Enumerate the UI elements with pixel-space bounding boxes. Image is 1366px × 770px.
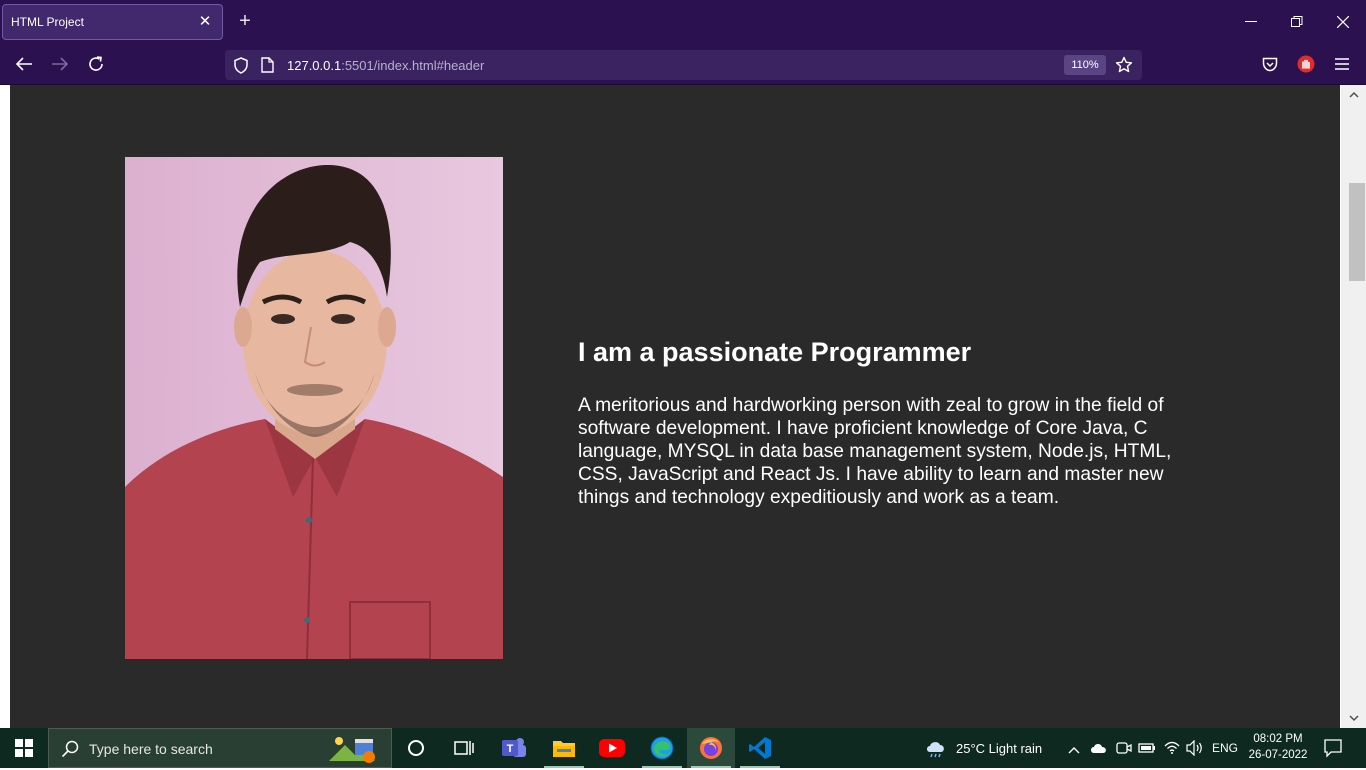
show-hidden-icons-chevron-icon[interactable] bbox=[1068, 742, 1080, 760]
windows-start-icon[interactable] bbox=[0, 728, 48, 768]
firefox-icon[interactable] bbox=[687, 728, 735, 768]
close-window-icon[interactable] bbox=[1320, 0, 1366, 44]
page-viewport: I am a passionate Programmer A meritorio… bbox=[0, 85, 1366, 728]
back-arrow-icon[interactable] bbox=[12, 52, 36, 76]
address-bar[interactable]: 127.0.0.1:5501/index.html#header 110% bbox=[225, 50, 1142, 80]
search-highlight-landscape-icon[interactable] bbox=[327, 733, 377, 770]
clock-time: 08:02 PM bbox=[1253, 733, 1303, 745]
page-scrollbar[interactable] bbox=[1341, 85, 1366, 728]
adblock-extension-icon[interactable] bbox=[1294, 52, 1318, 76]
onedrive-cloud-icon[interactable] bbox=[1090, 741, 1108, 759]
weather-text[interactable]: 25°C Light rain bbox=[956, 741, 1042, 756]
windows-taskbar: Type here to search T 25°C Light rain EN… bbox=[0, 728, 1366, 768]
url-text[interactable]: 127.0.0.1:5501/index.html#header bbox=[287, 58, 484, 73]
taskbar-search-box[interactable]: Type here to search bbox=[48, 728, 392, 768]
browser-tab-html-project[interactable]: HTML Project ✕ bbox=[2, 4, 223, 40]
meet-now-icon[interactable] bbox=[1116, 740, 1132, 761]
hamburger-menu-icon[interactable] bbox=[1330, 52, 1354, 76]
url-path: :5501/index.html#header bbox=[341, 58, 485, 73]
cortana-circle-icon[interactable] bbox=[392, 728, 440, 768]
restore-window-icon[interactable] bbox=[1274, 0, 1320, 44]
vscode-icon[interactable] bbox=[736, 728, 784, 768]
volume-speaker-icon[interactable] bbox=[1186, 739, 1204, 761]
browser-titlebar: HTML Project ✕ + bbox=[0, 0, 1366, 44]
scroll-up-arrow-icon[interactable] bbox=[1348, 89, 1360, 101]
scrollbar-thumb[interactable] bbox=[1349, 183, 1365, 281]
pocket-icon[interactable] bbox=[1258, 52, 1282, 76]
tracking-protection-shield-icon[interactable] bbox=[233, 57, 249, 79]
reload-icon[interactable] bbox=[84, 52, 108, 76]
profile-photo bbox=[125, 157, 503, 659]
notification-center-icon[interactable] bbox=[1323, 738, 1343, 763]
tab-title: HTML Project bbox=[11, 15, 84, 29]
intro-heading: I am a passionate Programmer bbox=[578, 337, 972, 367]
clock-date: 26-07-2022 bbox=[1248, 749, 1308, 761]
intro-paragraph: A meritorious and hardworking person wit… bbox=[578, 395, 1172, 508]
battery-icon[interactable] bbox=[1138, 741, 1156, 759]
teams-icon[interactable]: T bbox=[490, 728, 538, 768]
svg-text:T: T bbox=[507, 743, 514, 755]
page-info-icon[interactable] bbox=[261, 57, 274, 78]
scroll-down-arrow-icon[interactable] bbox=[1348, 712, 1360, 724]
system-clock[interactable]: 08:02 PM 26-07-2022 bbox=[1240, 731, 1316, 763]
weather-cloud-rain-icon[interactable] bbox=[924, 738, 948, 763]
wifi-icon[interactable] bbox=[1164, 740, 1180, 759]
url-host: 127.0.0.1 bbox=[287, 58, 342, 73]
zoom-level-badge[interactable]: 110% bbox=[1064, 55, 1106, 75]
task-view-icon[interactable] bbox=[440, 728, 488, 768]
close-tab-icon[interactable]: ✕ bbox=[196, 13, 214, 31]
youtube-icon[interactable] bbox=[588, 728, 636, 768]
search-placeholder: Type here to search bbox=[89, 741, 213, 757]
forward-arrow-icon[interactable] bbox=[48, 52, 72, 76]
search-icon bbox=[61, 740, 79, 763]
bookmark-star-icon[interactable] bbox=[1115, 56, 1133, 79]
minimize-window-icon[interactable] bbox=[1228, 0, 1274, 44]
about-section: I am a passionate Programmer A meritorio… bbox=[10, 85, 1340, 728]
new-tab-plus-icon[interactable]: + bbox=[234, 10, 256, 32]
browser-navbar: 127.0.0.1:5501/index.html#header 110% bbox=[0, 44, 1366, 85]
edge-browser-icon[interactable] bbox=[638, 728, 686, 768]
language-indicator[interactable]: ENG bbox=[1212, 741, 1238, 755]
file-explorer-icon[interactable] bbox=[540, 728, 588, 768]
